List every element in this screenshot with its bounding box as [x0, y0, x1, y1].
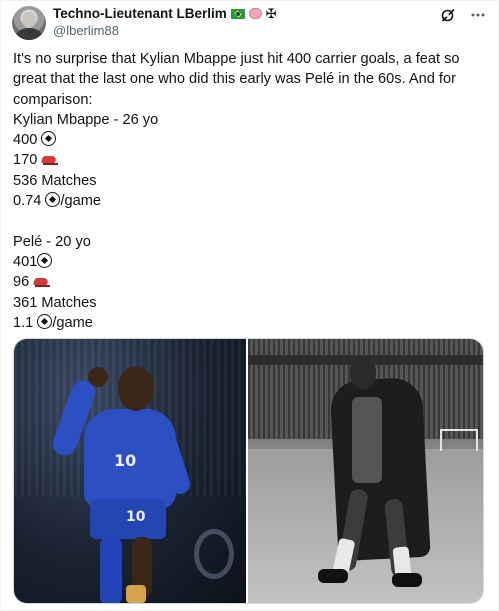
shirt [352, 397, 383, 483]
boot [318, 569, 349, 583]
player-head [118, 367, 154, 411]
boot [126, 585, 146, 603]
author-info: Techno-Lieutenant LBerlim ✠ @lberlim88 [53, 5, 277, 38]
pele-heading: Pelé - 20 yo [13, 233, 91, 250]
shorts-number: 10 [126, 509, 146, 525]
soccer-ball-icon [37, 313, 53, 329]
mbappe-heading: Kylian Mbappe - 26 yo [13, 111, 159, 128]
pele-goals: 401 [13, 253, 38, 270]
pele-black-and-white-photo[interactable] [248, 339, 483, 603]
top-actions [440, 7, 486, 23]
media-grid: 10 10 [13, 338, 484, 604]
football-boot-icon [41, 155, 59, 166]
pele-assists: 96 [13, 274, 30, 291]
avatar-face [22, 12, 36, 28]
mbappe-assists-line: 170 [13, 150, 489, 170]
pele-ratio-line: 1.1 /game [13, 313, 489, 333]
pele-assists-line: 96 [13, 272, 489, 292]
boot [392, 573, 423, 587]
tweet-card: Techno-Lieutenant LBerlim ✠ @lberlim88 I… [0, 0, 499, 611]
soccer-ball-icon [45, 192, 61, 208]
player-head [350, 357, 377, 389]
mbappe-matches: 536 Matches [13, 172, 97, 189]
football-boot-icon [33, 277, 51, 288]
mbappe-goals: 400 [13, 132, 38, 149]
iron-cross-icon: ✠ [265, 6, 277, 21]
right-leg [100, 537, 122, 603]
handle[interactable]: @lberlim88 [53, 23, 277, 38]
mbappe-celebrating-photo[interactable]: 10 10 [14, 339, 247, 603]
goal-frame [440, 429, 479, 451]
pele-matches: 361 Matches [13, 294, 97, 311]
more-icon[interactable] [470, 7, 486, 23]
pele-goals-line: 401 [13, 252, 489, 272]
avatar[interactable] [12, 6, 46, 40]
avatar-shoulders [16, 28, 42, 40]
mbappe-ratio: 0.74 [13, 193, 42, 210]
mbappe-ratio-line: 0.74 /game [13, 191, 489, 211]
display-name-row: Techno-Lieutenant LBerlim ✠ [53, 5, 277, 22]
pele-ratio-suffix: /game [52, 314, 93, 331]
mbappe-ratio-suffix: /game [60, 193, 102, 210]
mbappe-assists: 170 [13, 152, 38, 169]
brain-icon [248, 8, 262, 19]
jersey-number: 10 [114, 451, 137, 470]
brazil-flag-icon [230, 8, 245, 19]
soccer-ball-icon [41, 131, 57, 147]
stadium-light [194, 529, 234, 579]
mbappe-goals-line: 400 [13, 130, 489, 150]
tweet-text: It's no surprise that Kylian Mbappe just… [13, 49, 489, 333]
soccer-ball-icon [37, 252, 53, 268]
tweet-intro: It's no surprise that Kylian Mbappe just… [13, 51, 464, 108]
fist [88, 367, 108, 387]
pele-ratio: 1.1 [13, 314, 34, 331]
display-name[interactable]: Techno-Lieutenant LBerlim [53, 6, 227, 21]
grok-icon[interactable] [440, 7, 456, 23]
